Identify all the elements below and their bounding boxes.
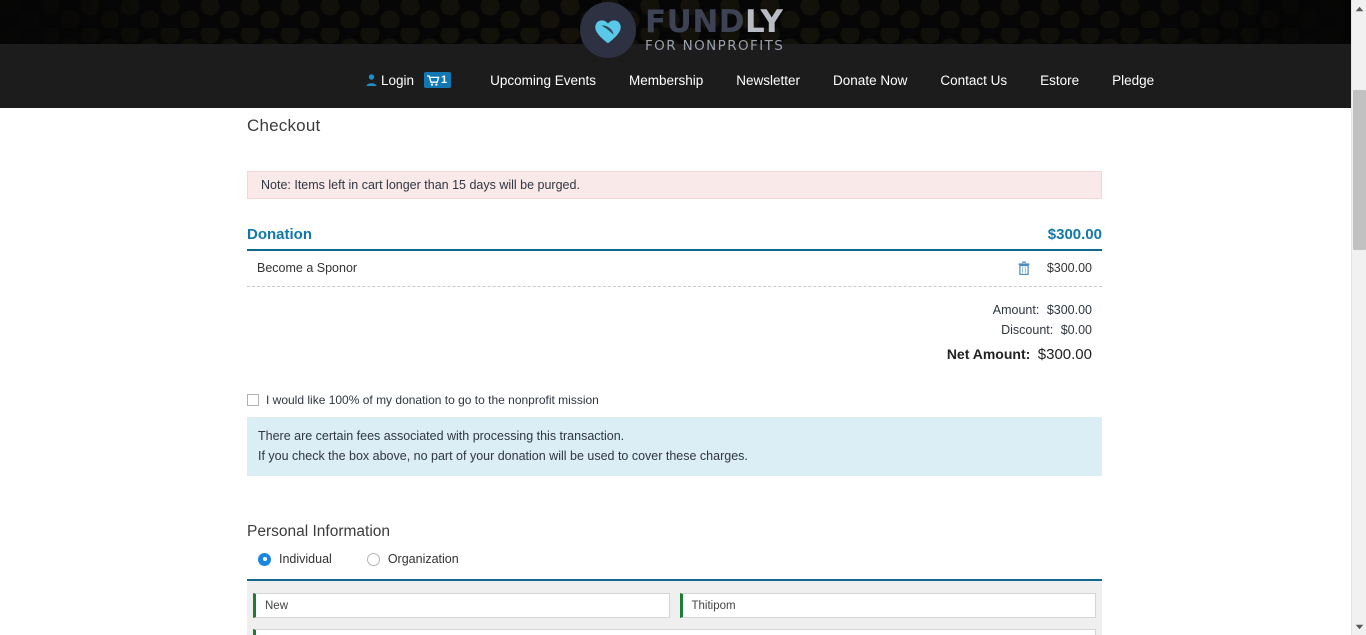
user-icon [366, 74, 377, 86]
cart-purge-note-text: Note: Items left in cart longer than 15 … [261, 178, 580, 192]
line-item-amount: $300.00 [1046, 261, 1092, 275]
logo-text-ly: LY [745, 3, 784, 40]
trash-icon [1018, 261, 1030, 275]
logo-badge [580, 2, 636, 58]
radio-organization[interactable]: Organization [366, 552, 459, 566]
cart-icon [427, 74, 440, 86]
chevron-up-icon [1355, 6, 1364, 11]
total-amount-value: $300.00 [1046, 303, 1092, 317]
radio-organization-dot[interactable] [366, 552, 380, 566]
logo-text-fund: FUND [645, 3, 746, 40]
last-name-input[interactable]: Thitipom [679, 593, 1096, 618]
table-row: Become a Sponor $300.00 [247, 251, 1102, 287]
chevron-down-icon [1355, 624, 1364, 629]
nav-item-newsletter[interactable]: Newsletter [736, 73, 800, 88]
heart-icon [595, 20, 621, 44]
radio-individual-label: Individual [279, 552, 332, 566]
fee-notice: There are certain fees associated with p… [247, 417, 1102, 476]
total-discount-label: Discount: [1001, 323, 1054, 337]
scroll-down-arrow[interactable] [1352, 618, 1366, 635]
total-discount-value: $0.00 [1060, 323, 1092, 337]
email-input[interactable]: new@snowball.com [253, 629, 1096, 635]
nav-item-pledge[interactable]: Pledge [1112, 73, 1154, 88]
cover-fees-label: I would like 100% of my donation to go t… [266, 393, 599, 407]
nav-item-donate-now[interactable]: Donate Now [833, 73, 907, 88]
logo-tagline: FOR NONPROFITS [645, 37, 785, 54]
cart-button[interactable]: 1 [424, 72, 452, 88]
net-amount-label: Net Amount: [946, 346, 1031, 362]
scroll-up-arrow[interactable] [1352, 0, 1366, 17]
nav-item-estore[interactable]: Estore [1040, 73, 1079, 88]
donor-type-radio-group: Individual Organization [247, 552, 1102, 581]
personal-information-title: Personal Information [247, 523, 391, 540]
nav-item-membership[interactable]: Membership [629, 73, 703, 88]
main-content: Checkout Note: Items left in cart longer… [0, 108, 1351, 635]
logo-wordmark: FUNDLY FOR NONPROFITS [645, 3, 785, 54]
total-discount-row: Discount: $0.00 [247, 320, 1092, 340]
nav-item-contact-us[interactable]: Contact Us [940, 73, 1007, 88]
checkout-page: FUNDLY FOR NONPROFITS Login 1 Upcoming E… [0, 0, 1366, 635]
delete-line-item-button[interactable] [1006, 261, 1042, 275]
donation-section-label: Donation [247, 226, 312, 243]
vertical-scrollbar[interactable] [1351, 0, 1366, 635]
line-item-name: Become a Sponor [257, 261, 358, 275]
radio-individual-dot[interactable] [258, 552, 271, 566]
net-amount-row: Net Amount: $300.00 [247, 344, 1092, 365]
nav-item-upcoming-events[interactable]: Upcoming Events [490, 73, 596, 88]
total-amount-label: Amount: [992, 303, 1040, 317]
fee-notice-line-1: There are certain fees associated with p… [258, 429, 625, 443]
page-title: Checkout [247, 116, 321, 135]
total-amount-row: Amount: $300.00 [247, 300, 1092, 320]
cover-fees-checkbox-row[interactable]: I would like 100% of my donation to go t… [247, 393, 1102, 407]
fee-notice-line-2: If you check the box above, no part of y… [258, 449, 748, 463]
radio-individual[interactable]: Individual [258, 552, 332, 566]
donation-section-total: $300.00 [1047, 226, 1102, 243]
radio-organization-label: Organization [387, 552, 459, 566]
cart-count-badge: 1 [441, 73, 448, 86]
personal-information-form: New Thitipom new@snowball.com Home Addre… [247, 581, 1102, 635]
donation-section-header: Donation $300.00 [247, 226, 1102, 251]
login-label: Login [381, 72, 415, 88]
scrollbar-thumb[interactable] [1353, 90, 1366, 250]
site-logo[interactable]: FUNDLY FOR NONPROFITS [580, 2, 784, 58]
first-name-input[interactable]: New [253, 593, 670, 618]
net-amount-value: $300.00 [1037, 346, 1092, 363]
order-totals: Amount: $300.00 Discount: $0.00 Net Amou… [247, 300, 1102, 365]
login-button[interactable]: Login 1 [366, 72, 452, 88]
cover-fees-checkbox[interactable] [247, 394, 259, 406]
cart-purge-note: Note: Items left in cart longer than 15 … [247, 171, 1102, 199]
